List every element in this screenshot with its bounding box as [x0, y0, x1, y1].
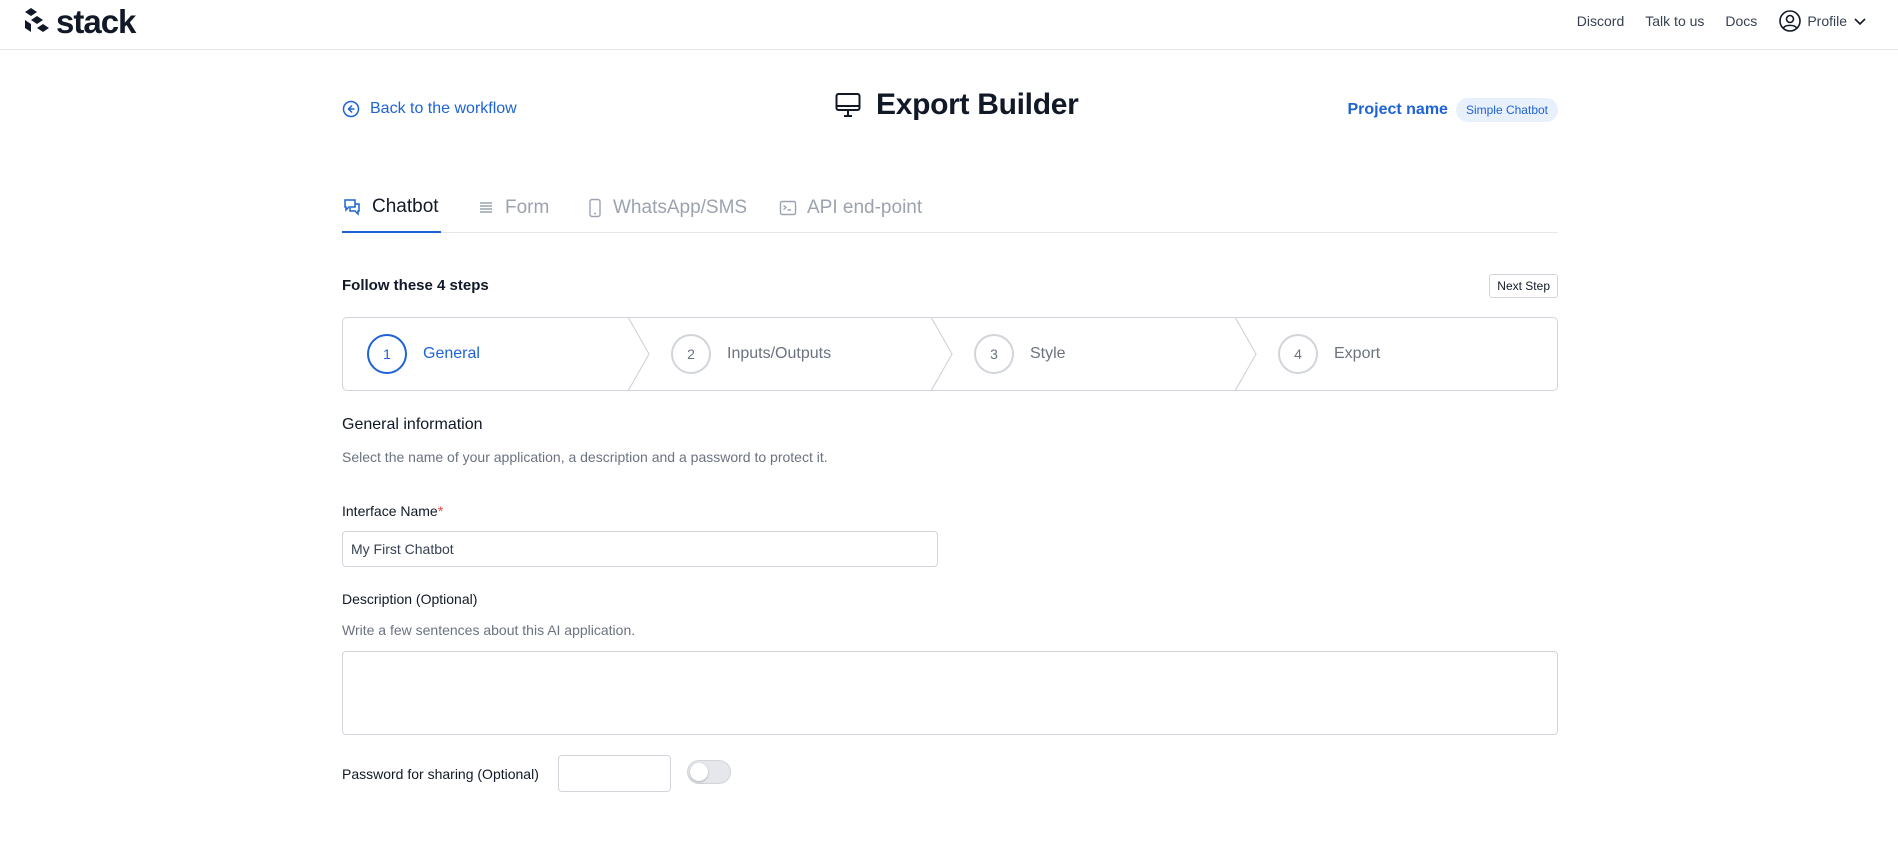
step-label: Style	[1030, 345, 1066, 362]
step-separator-icon	[930, 318, 953, 390]
step-number: 1	[367, 334, 407, 374]
section-description: Select the name of your application, a d…	[342, 449, 828, 465]
next-step-button[interactable]: Next Step	[1489, 274, 1558, 298]
step-label: Inputs/Outputs	[727, 345, 832, 362]
tab-api-endpoint[interactable]: API end-point	[779, 183, 922, 233]
page-title: Export Builder	[834, 88, 1079, 122]
tab-chatbot[interactable]: Chatbot	[342, 183, 441, 233]
list-icon	[480, 202, 492, 213]
password-input[interactable]	[558, 755, 671, 792]
brand-logo[interactable]: stack	[22, 2, 136, 40]
nav-link-talk-to-us[interactable]: Talk to us	[1645, 13, 1704, 29]
brand-name: stack	[56, 2, 136, 40]
chevron-down-icon	[1854, 18, 1866, 26]
step-label: Export	[1334, 345, 1381, 362]
tab-form[interactable]: Form	[477, 183, 549, 233]
step-separator-icon	[627, 318, 650, 390]
password-label: Password for sharing (Optional)	[342, 766, 539, 782]
step-label: General	[423, 345, 480, 362]
tab-whatsapp-sms-label: WhatsApp/SMS	[613, 197, 748, 218]
project-name-label: Project name	[1347, 101, 1448, 118]
project-name: Project name Simple Chatbot	[1347, 98, 1558, 122]
step-separator-icon	[1234, 318, 1257, 390]
description-label: Description (Optional)	[342, 591, 478, 607]
monitor-icon	[835, 93, 861, 117]
nav-links: Discord Talk to us Docs Profile	[1556, 8, 1872, 34]
terminal-icon	[779, 200, 797, 216]
steps-title: Follow these 4 steps	[342, 277, 489, 294]
project-name-badge[interactable]: Simple Chatbot	[1455, 98, 1558, 122]
phone-icon	[589, 198, 601, 218]
step-style[interactable]: 3 Style	[974, 318, 1066, 390]
step-general[interactable]: 1 General	[367, 318, 480, 390]
password-toggle[interactable]	[687, 760, 731, 784]
tab-form-label: Form	[505, 197, 550, 218]
tab-api-endpoint-label: API end-point	[807, 197, 923, 218]
back-link-label: Back to the workflow	[370, 100, 517, 117]
export-type-tabs: Chatbot Form WhatsApp/SMS API end-point	[342, 183, 1558, 233]
tab-chatbot-label: Chatbot	[372, 196, 439, 217]
profile-menu[interactable]: Profile	[1778, 9, 1872, 33]
arrow-left-circle-icon	[342, 100, 360, 118]
description-hint: Write a few sentences about this AI appl…	[342, 622, 636, 638]
step-number: 2	[671, 334, 711, 374]
section-title: General information	[342, 416, 483, 433]
step-number: 4	[1278, 334, 1318, 374]
user-circle-icon	[1779, 10, 1802, 32]
step-export[interactable]: 4 Export	[1278, 318, 1380, 390]
stepper: 1 General 2 Inputs/Outputs 3 Style 4 Exp…	[342, 317, 1558, 391]
top-navigation: stack Discord Talk to us Docs Profile	[0, 0, 1898, 50]
stack-logo-icon	[25, 8, 49, 32]
nav-link-discord[interactable]: Discord	[1577, 13, 1624, 29]
interface-name-label: Interface Name*	[342, 503, 443, 519]
interface-name-label-text: Interface Name	[342, 503, 438, 519]
toggle-knob	[690, 763, 708, 781]
tab-whatsapp-sms[interactable]: WhatsApp/SMS	[587, 183, 747, 233]
chat-icon	[344, 199, 360, 216]
page-title-text: Export Builder	[876, 88, 1079, 121]
profile-label: Profile	[1807, 13, 1847, 29]
interface-name-input[interactable]	[342, 531, 938, 567]
description-textarea[interactable]	[342, 651, 1558, 735]
step-inputs-outputs[interactable]: 2 Inputs/Outputs	[671, 318, 831, 390]
required-marker: *	[437, 503, 444, 519]
step-number: 3	[974, 334, 1014, 374]
nav-link-docs[interactable]: Docs	[1725, 13, 1757, 29]
back-to-workflow-link[interactable]: Back to the workflow	[342, 100, 517, 118]
